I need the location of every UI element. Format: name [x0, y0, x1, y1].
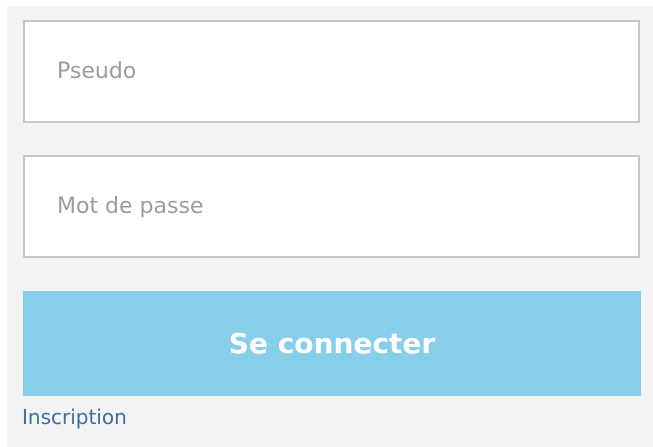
login-button[interactable]: Se connecter	[23, 291, 641, 396]
login-panel: Se connecter Inscription	[7, 6, 653, 447]
password-input[interactable]	[23, 155, 640, 258]
username-input[interactable]	[23, 20, 640, 123]
register-link[interactable]: Inscription	[22, 400, 127, 434]
